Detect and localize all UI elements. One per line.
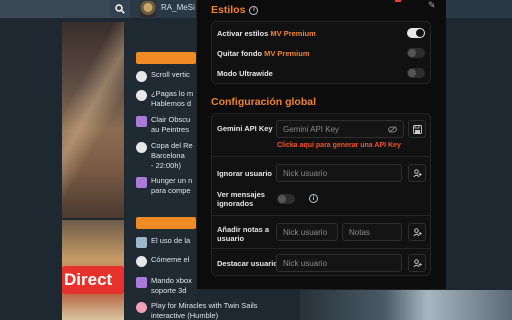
styles-option-ultrawide: Modo Ultrawide xyxy=(217,69,273,78)
feed-item-text: Play for Miracles with Twin Sails intera… xyxy=(151,301,258,320)
add-note-button[interactable] xyxy=(408,223,426,241)
notes-user-input[interactable] xyxy=(276,223,338,241)
feed-item-text: Scroll vertic xyxy=(151,70,190,79)
space-invader-icon xyxy=(136,177,147,188)
notes-input[interactable] xyxy=(342,223,402,241)
info-icon[interactable]: i xyxy=(309,194,318,203)
premium-styles-toggle[interactable] xyxy=(407,28,425,38)
add-highlight-user-button[interactable] xyxy=(408,254,426,272)
panel-accent-mark xyxy=(395,0,401,2)
edit-icon[interactable]: ✎ xyxy=(428,0,436,11)
direct-banner-text: Direct xyxy=(64,270,113,289)
divider xyxy=(212,248,430,249)
feed-item-text: El uso de la xyxy=(151,236,191,245)
global-section-title: Configuración global xyxy=(211,96,316,108)
background-image-right xyxy=(300,290,512,320)
feed-item-text: ¿Pagas lo m Hablemos d xyxy=(151,89,194,108)
chat-bubble-icon xyxy=(136,256,147,267)
feed-item[interactable]: El uso de la xyxy=(136,236,190,248)
feed-item[interactable]: Copa del Re Barcelona - 22:00h) xyxy=(136,141,193,171)
space-invader-icon xyxy=(136,116,147,127)
chat-bubble-icon xyxy=(136,90,147,101)
avatar[interactable] xyxy=(140,1,156,17)
highlight-user-input[interactable] xyxy=(276,254,402,272)
divider xyxy=(212,156,430,157)
option-label: Modo Ultrawide xyxy=(217,69,273,78)
add-notes-label: Añadir notas a usuario xyxy=(217,225,270,243)
search-icon xyxy=(115,4,125,14)
divider xyxy=(212,215,430,216)
remove-bg-toggle[interactable] xyxy=(407,48,425,58)
feed-item[interactable]: Cómeme el xyxy=(136,255,189,267)
feed-item-text: Mando xbox soporte 3d xyxy=(151,276,192,295)
option-label: Quitar fondo xyxy=(217,49,265,58)
feed-item-text: Cómeme el xyxy=(151,255,190,264)
highlight-user-label: Destacar usuario xyxy=(217,259,278,268)
add-user-icon xyxy=(412,168,422,177)
styles-option-premium: Activar estilos MV Premium xyxy=(217,29,316,38)
feed-tab-button-2[interactable] xyxy=(136,217,196,229)
option-highlight: MV Premium xyxy=(270,29,316,38)
feed-item[interactable]: Hunger un n para compe xyxy=(136,176,192,196)
ignore-user-input[interactable] xyxy=(276,164,402,182)
styles-option-remove-bg: Quitar fondo MV Premium xyxy=(217,49,310,58)
gemini-label: Gemini API Key xyxy=(217,124,273,133)
picture-icon xyxy=(136,237,147,248)
styles-title-text: Estilos xyxy=(211,4,246,16)
feed-item[interactable]: Scroll vertic xyxy=(136,70,190,82)
global-card: Gemini API Key Clicka aquí para generar … xyxy=(211,113,431,276)
feed-tab-button[interactable] xyxy=(136,52,196,64)
info-icon[interactable]: i xyxy=(249,5,259,15)
space-invader-icon xyxy=(136,277,147,288)
gemini-api-key-input[interactable] xyxy=(276,120,404,138)
header-nav-area xyxy=(0,0,110,18)
soccer-ball-icon xyxy=(136,142,147,153)
feed-item-text: Clair Obscu au Peintres xyxy=(151,115,191,134)
show-ignored-toggle[interactable] xyxy=(277,194,295,204)
username[interactable]: RA_MeSi xyxy=(161,3,195,12)
show-ignored-label: Ver mensajes ignorados xyxy=(217,190,265,208)
ultrawide-toggle[interactable] xyxy=(407,68,425,78)
add-ignored-user-button[interactable] xyxy=(408,164,426,182)
add-user-icon xyxy=(412,227,422,236)
save-icon xyxy=(412,124,422,134)
feed-item[interactable]: ¿Pagas lo m Hablemos d xyxy=(136,89,193,109)
styles-card: Activar estilos MV Premium Quitar fondo … xyxy=(211,21,431,84)
featured-image-castle[interactable] xyxy=(62,22,124,218)
chat-bubble-icon xyxy=(136,71,147,82)
generate-api-key-link[interactable]: Clicka aquí para generar una API Key xyxy=(277,142,401,149)
styles-section-title: Estilos i xyxy=(211,4,259,16)
feed-item-text: Hunger un n para compe xyxy=(151,176,193,195)
feed-item[interactable]: Mando xbox soporte 3d xyxy=(136,276,192,296)
eye-off-icon[interactable] xyxy=(388,126,397,133)
option-highlight: MV Premium xyxy=(264,49,310,58)
add-user-icon xyxy=(412,258,422,267)
save-api-key-button[interactable] xyxy=(408,120,426,138)
search-button[interactable] xyxy=(110,0,130,18)
feed-item-text: Copa del Re Barcelona - 22:00h) xyxy=(151,141,193,170)
feed-item[interactable]: Clair Obscu au Peintres xyxy=(136,115,190,135)
piggy-bank-icon xyxy=(136,302,147,313)
option-label: Activar estilos xyxy=(217,29,271,38)
ignore-user-label: Ignorar usuario xyxy=(217,169,273,178)
feed-item[interactable]: Play for Miracles with Twin Sails intera… xyxy=(136,301,258,320)
